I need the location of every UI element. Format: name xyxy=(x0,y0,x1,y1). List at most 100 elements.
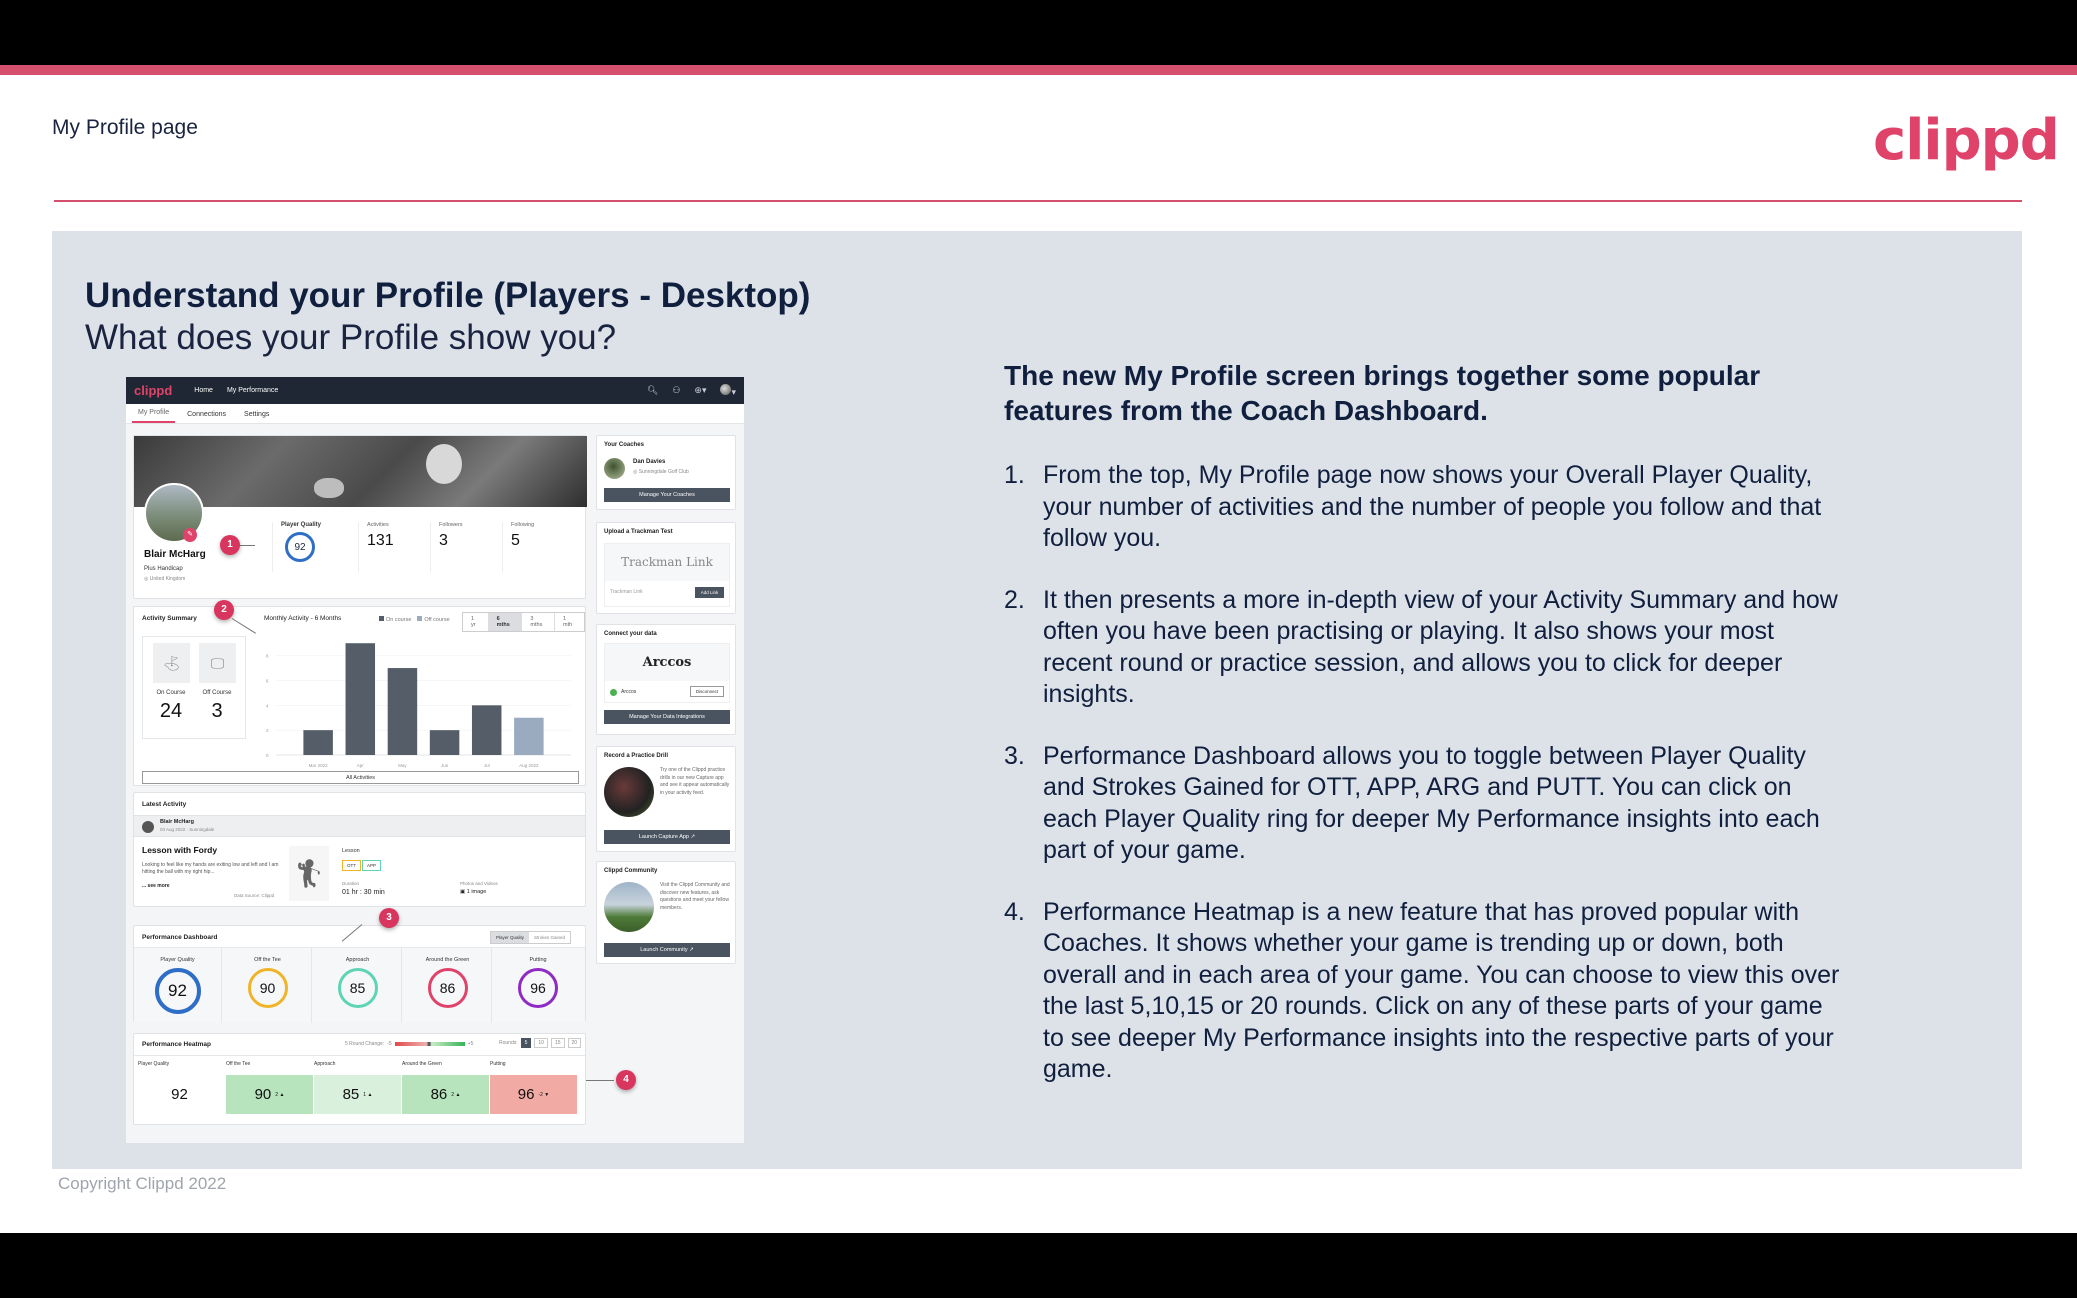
callout-4-pointer xyxy=(586,1080,614,1081)
heatmap-cell[interactable]: 85 1 ▲ xyxy=(314,1075,401,1114)
callout-badge-3: 3 xyxy=(379,908,399,928)
nav-home[interactable]: Home xyxy=(194,387,213,394)
item-text: From the top, My Profile page now shows … xyxy=(1043,461,1822,552)
callout-badge-4: 4 xyxy=(616,1070,636,1090)
copyright: Copyright Clippd 2022 xyxy=(58,1174,227,1193)
bar-on-course[interactable] xyxy=(387,668,418,755)
heatmap-cell[interactable]: 92 xyxy=(138,1075,225,1114)
activities-stat[interactable]: Activities 131 xyxy=(358,522,428,572)
all-activities-button[interactable]: All Activities xyxy=(142,771,579,784)
user-avatar-icon[interactable]: ▾ xyxy=(720,383,736,398)
manage-integrations-button[interactable]: Manage Your Data Integrations xyxy=(604,710,730,724)
community-image xyxy=(604,882,654,932)
y-tick-label: 2 xyxy=(266,728,269,733)
toggle-player-quality[interactable]: Player Quality xyxy=(491,932,530,943)
edit-avatar-icon[interactable]: ✎ xyxy=(183,528,197,542)
manage-coaches-button[interactable]: Manage Your Coaches xyxy=(604,488,730,502)
search-icon[interactable]: 🔍︎ xyxy=(647,385,658,396)
callout-badge-1: 1 xyxy=(220,535,240,555)
bar-on-course[interactable] xyxy=(429,730,460,755)
golfer-swing-icon: 🏌︎ xyxy=(289,846,329,901)
rounds-5[interactable]: 5 xyxy=(520,1038,532,1048)
rounds-15[interactable]: 15 xyxy=(550,1038,565,1048)
rounds-10[interactable]: 10 xyxy=(534,1038,548,1048)
lesson-title[interactable]: Lesson with Fordy xyxy=(142,845,217,855)
header-divider xyxy=(54,200,2022,202)
ring-player-quality[interactable]: Player Quality 92 xyxy=(134,948,222,1023)
photos-value[interactable]: ▣ 1 image xyxy=(460,889,486,895)
player-quality-ring[interactable]: 92 xyxy=(285,532,315,562)
people-icon[interactable]: ⚇ xyxy=(672,385,680,396)
toggle-strokes-gained[interactable]: Strokes Gained xyxy=(529,932,571,943)
ring-putting[interactable]: Putting 96 xyxy=(494,948,582,1023)
bar-on-course[interactable] xyxy=(345,643,376,755)
round-change-scale: 5 Round Change: -5 +5 xyxy=(345,1041,473,1047)
drill-text: Try one of the Clippd practice drills in… xyxy=(660,767,730,796)
heatmap-cell[interactable]: 86 2 ▲ xyxy=(402,1075,489,1114)
explainer-list: 1. From the top, My Profile page now show… xyxy=(1004,460,1844,1086)
ring-around-the-green[interactable]: Around the Green 86 xyxy=(404,948,492,1023)
ring-off-the-tee[interactable]: Off the Tee 90 xyxy=(224,948,312,1023)
rounds-20[interactable]: 20 xyxy=(567,1038,582,1048)
performance-heatmap-card: Performance Heatmap 5 Round Change: -5 +… xyxy=(133,1033,586,1125)
heatmap-value: 85 xyxy=(342,1086,360,1103)
bar-on-course[interactable] xyxy=(303,730,333,755)
launch-capture-app-button[interactable]: Launch Capture App ↗ xyxy=(604,830,730,844)
change-gradient xyxy=(394,1042,465,1046)
latest-activity-card: Latest Activity Blair McHarg 03 Aug 2022… xyxy=(133,792,586,907)
item-text: Performance Dashboard allows you to togg… xyxy=(1043,741,1820,865)
heatmap-cell[interactable]: 96 -2 ▼ xyxy=(490,1075,577,1114)
add-circle-icon[interactable]: ⊕▾ xyxy=(694,385,706,396)
bar-on-course[interactable] xyxy=(471,705,502,755)
player-handicap: Plus Handicap xyxy=(144,566,183,572)
app-logo[interactable]: clippd xyxy=(134,383,172,398)
nav-my-performance[interactable]: My Performance xyxy=(227,387,278,394)
scale-min: -5 xyxy=(387,1041,392,1047)
connect-title: Connect your data xyxy=(604,631,657,637)
range-1yr[interactable]: 1 yr xyxy=(463,613,489,631)
duration-label: Duration xyxy=(342,881,360,886)
quality-ring[interactable]: 86 xyxy=(427,968,468,1008)
tab-settings[interactable]: Settings xyxy=(238,411,275,423)
quality-ring[interactable]: 90 xyxy=(247,968,288,1008)
followers-stat[interactable]: Followers 3 xyxy=(430,522,500,572)
x-tick-label: Aug 2022 xyxy=(519,763,539,768)
range-3mths[interactable]: 3 mths xyxy=(522,613,555,631)
stat-label: Followers xyxy=(439,522,463,528)
rounds-label: Rounds: xyxy=(499,1040,518,1046)
explainer-item: 4. Performance Heatmap is a new feature t… xyxy=(1004,897,1844,1086)
y-tick-label: 0 xyxy=(266,753,269,758)
trackman-box: Trackman Link Trackman Link Add Link xyxy=(604,543,730,607)
tab-my-profile[interactable]: My Profile xyxy=(132,409,176,423)
launch-community-button[interactable]: Launch Community ↗ xyxy=(604,943,730,957)
quality-ring[interactable]: 85 xyxy=(337,968,378,1008)
performance-dashboard-title: Performance Dashboard xyxy=(142,934,218,941)
y-tick-label: 8 xyxy=(266,654,269,659)
tab-connections[interactable]: Connections xyxy=(181,411,232,423)
change-label: 5 Round Change: xyxy=(345,1041,385,1047)
following-stat[interactable]: Following 5 xyxy=(502,522,572,572)
ring-approach[interactable]: Approach 85 xyxy=(314,948,402,1023)
scale-max: +5 xyxy=(467,1041,474,1047)
range-1mth[interactable]: 1 mth xyxy=(555,613,584,631)
quality-ring[interactable]: 92 xyxy=(154,968,201,1014)
trackman-link-input[interactable]: Trackman Link xyxy=(610,589,643,595)
heatmap-column-label: Putting xyxy=(490,1061,506,1067)
heatmap-cell[interactable]: 90 2 ▲ xyxy=(226,1075,313,1114)
tag-ott: OTT xyxy=(342,860,361,871)
stat-value: 131 xyxy=(367,532,394,549)
player-quality-stat[interactable]: Player Quality 92 xyxy=(272,522,342,572)
disconnect-button[interactable]: Disconnect xyxy=(690,686,724,697)
bar-off-course[interactable] xyxy=(514,717,544,755)
activity-user-row[interactable]: Blair McHarg 03 Aug 2022 · Sunningdale xyxy=(134,815,585,837)
x-tick-label: Apr xyxy=(357,763,365,768)
heatmap-delta: 1 ▲ xyxy=(363,1091,373,1098)
item-number: 3. xyxy=(1004,741,1025,770)
quality-ring[interactable]: 96 xyxy=(518,968,558,1008)
see-more-link[interactable]: ... see more xyxy=(142,883,170,889)
tag-app: APP xyxy=(362,860,382,871)
add-link-button[interactable]: Add Link xyxy=(695,587,724,598)
ring-label: Off the Tee xyxy=(254,957,281,963)
range-6mths[interactable]: 6 mths xyxy=(488,613,523,631)
page-title: My Profile page xyxy=(52,116,198,139)
